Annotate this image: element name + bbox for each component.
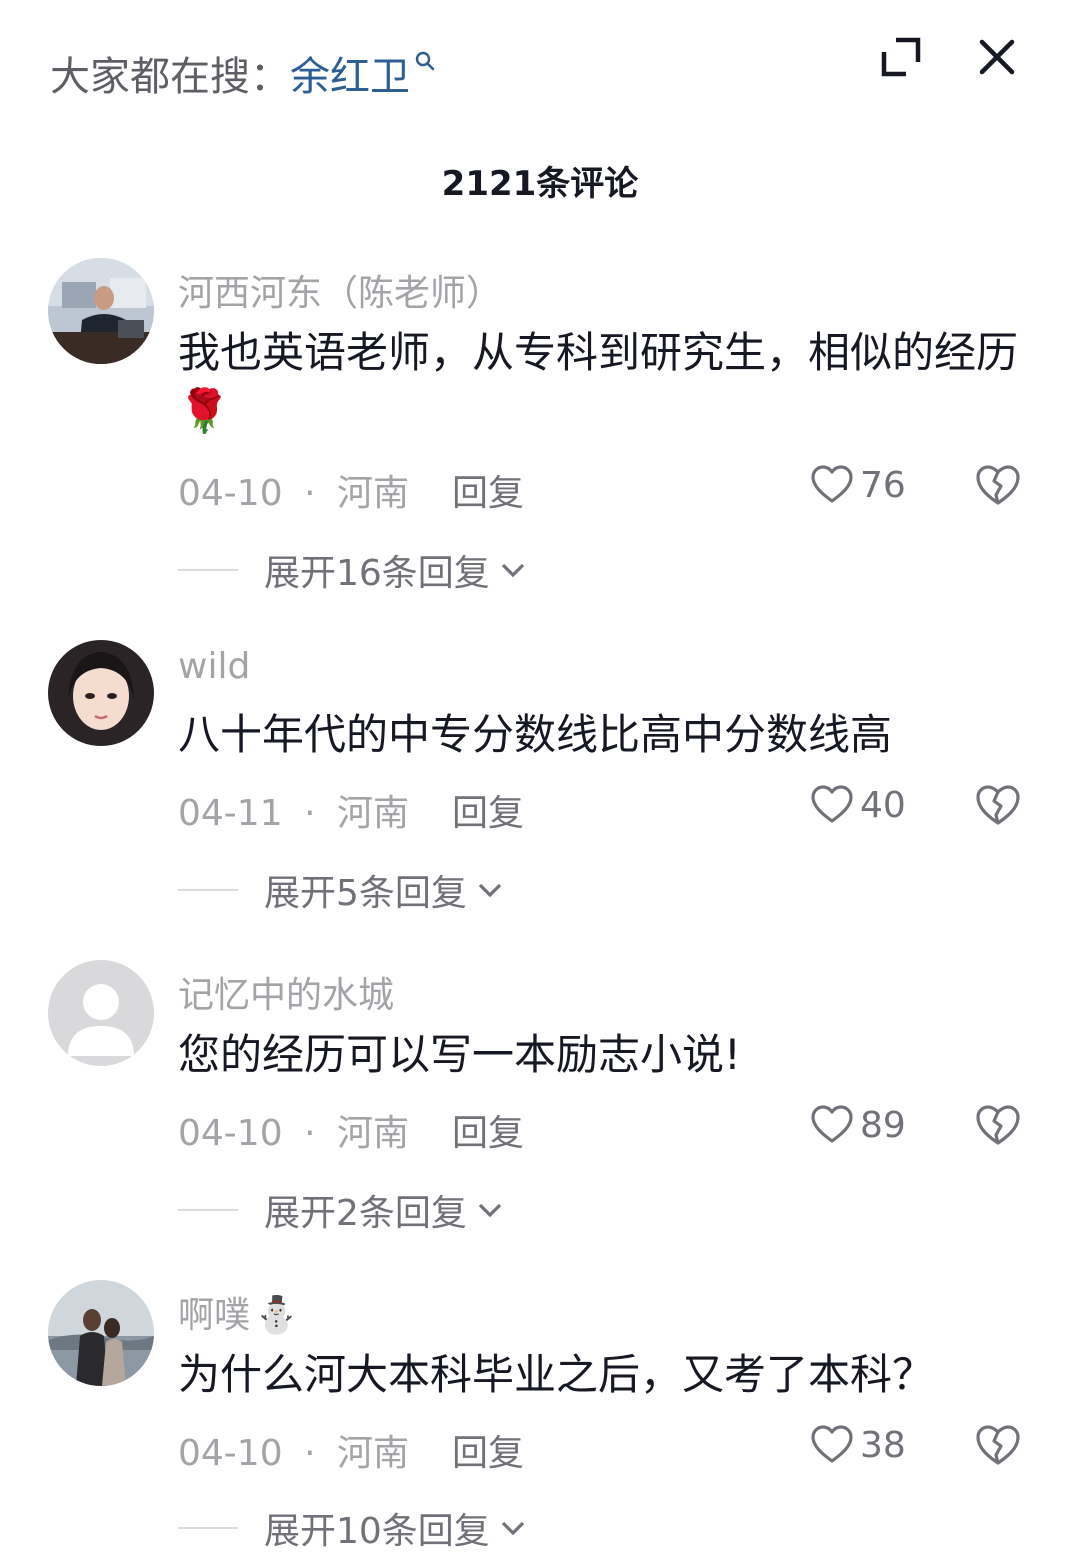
reply-button[interactable]: 回复 [452,1424,524,1476]
comment-item: wild 八十年代的中专分数线比高中分数线高 04-11 · 河南 回复 40 … [0,640,1080,960]
broken-heart-icon[interactable] [974,1422,1022,1470]
like-button[interactable]: 89 [810,1100,906,1150]
comment-meta: 04-10 · 河南 [178,1104,409,1156]
comment-text: 我也英语老师，从专科到研究生，相似的经历 🌹 [178,324,1038,444]
expand-replies-label: 展开16条回复 [264,553,490,594]
comment-text-body: 我也英语老师，从专科到研究生，相似的经历 [178,328,1019,377]
heart-icon [811,1105,853,1143]
reply-button[interactable]: 回复 [452,1104,524,1156]
comment-username[interactable]: wild [178,646,250,687]
avatar[interactable] [48,960,154,1066]
close-icon[interactable] [974,34,1020,80]
avatar[interactable] [48,1280,154,1386]
heart-icon [811,1425,853,1463]
divider-line [178,1209,238,1211]
comment-date: 04-11 [178,793,283,834]
divider-line [178,889,238,891]
search-suggestion-term[interactable]: 余红卫 [290,54,410,100]
like-count: 40 [860,784,906,826]
snowman-emoji: ⛄ [254,1295,299,1336]
comment-username[interactable]: 啊噗 ⛄ [178,1286,299,1338]
comment-item: 啊噗 ⛄ 为什么河大本科毕业之后，又考了本科？ 04-10 · 河南 回复 38 … [0,1280,1080,1559]
comment-date: 04-10 [178,473,283,514]
heart-icon [811,785,853,823]
expand-replies-label: 展开2条回复 [264,1193,467,1234]
search-icon [415,51,435,71]
comment-username[interactable]: 河西河东（陈老师） [178,264,502,316]
search-suggestion[interactable]: 大家都在搜：余红卫 [50,44,436,102]
comment-item: 河西河东（陈老师） 我也英语老师，从专科到研究生，相似的经历 🌹 04-10 · … [0,258,1080,594]
chevron-down-icon [478,1203,502,1218]
chevron-down-icon [501,1521,524,1536]
meta-separator: · [304,1433,316,1474]
like-button[interactable]: 76 [810,460,906,510]
comment-count-title: 2121条评论 [441,164,639,204]
chevron-down-icon [478,883,502,898]
meta-separator: · [304,793,316,834]
comment-location: 河南 [336,793,409,834]
expand-replies-button[interactable]: 展开2条回复 [178,1190,505,1234]
like-count: 38 [860,1424,906,1466]
comment-date: 04-10 [178,1113,283,1154]
comment-location: 河南 [336,1113,409,1154]
chevron-down-icon [501,563,524,578]
comment-date: 04-10 [178,1433,283,1474]
divider-line [178,569,238,571]
like-count: 89 [860,1104,906,1146]
comment-username[interactable]: 记忆中的水城 [178,966,394,1018]
comment-text: 八十年代的中专分数线比高中分数线高 [178,710,893,759]
search-suggestion-prefix: 大家都在搜： [50,54,290,100]
avatar[interactable] [48,258,154,364]
avatar[interactable] [48,640,154,746]
expand-replies-button[interactable]: 展开5条回复 [178,870,505,914]
expand-replies-label: 展开10条回复 [264,1511,490,1552]
comment-meta: 04-11 · 河南 [178,784,409,836]
top-bar: 大家都在搜：余红卫 [0,0,1080,140]
expand-replies-button[interactable]: 展开10条回复 [178,1508,528,1552]
meta-separator: · [304,1113,316,1154]
comment-text: 您的经历可以写一本励志小说! [178,1030,741,1079]
like-count: 76 [860,464,906,506]
broken-heart-icon[interactable] [974,462,1022,510]
comment-username-text: 啊噗 [178,1295,251,1336]
comment-item: 记忆中的水城 您的经历可以写一本励志小说! 04-10 · 河南 回复 89 展… [0,960,1080,1280]
divider-line [178,1527,238,1529]
broken-heart-icon[interactable] [974,782,1022,830]
comment-meta: 04-10 · 河南 [178,464,409,516]
rose-emoji: 🌹 [178,386,231,435]
reply-button[interactable]: 回复 [452,464,524,516]
broken-heart-icon[interactable] [974,1102,1022,1150]
comment-meta: 04-10 · 河南 [178,1424,409,1476]
expand-replies-label: 展开5条回复 [264,873,467,914]
expand-replies-button[interactable]: 展开16条回复 [178,550,528,594]
comment-text: 为什么河大本科毕业之后，又考了本科？ [178,1350,935,1399]
comment-location: 河南 [336,1433,409,1474]
heart-icon [811,465,853,503]
like-button[interactable]: 38 [810,1420,906,1470]
like-button[interactable]: 40 [810,780,906,830]
comment-location: 河南 [336,473,409,514]
reply-button[interactable]: 回复 [452,784,524,836]
expand-icon[interactable] [878,34,924,80]
meta-separator: · [304,473,316,514]
